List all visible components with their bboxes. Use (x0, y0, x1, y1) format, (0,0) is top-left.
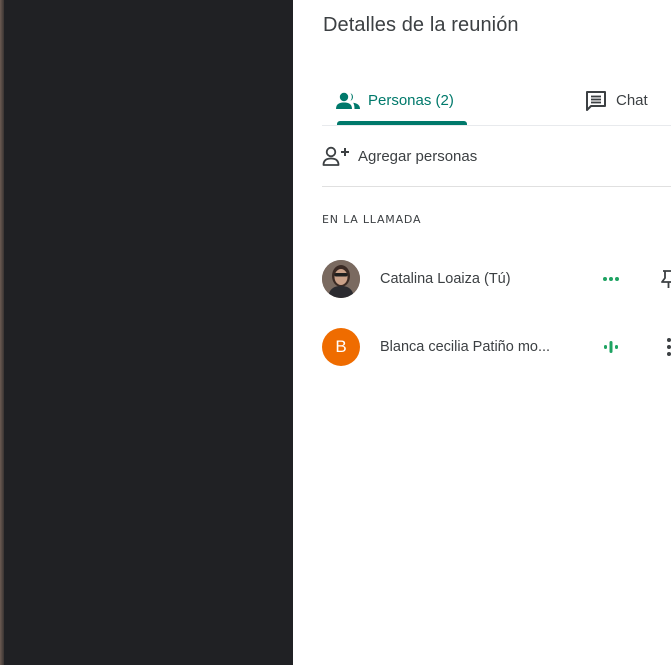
video-area (0, 0, 293, 665)
tabs-divider (322, 125, 671, 126)
tab-people-label: Personas (2) (368, 92, 454, 109)
people-icon (334, 89, 362, 113)
pin-icon[interactable] (657, 267, 671, 291)
avatar (322, 260, 360, 298)
tab-chat-label: Chat (616, 92, 648, 109)
more-vert-icon[interactable] (657, 335, 671, 359)
participant-row[interactable]: Catalina Loaiza (Tú) (322, 259, 671, 299)
in-call-section-label: EN LA LLAMADA (322, 213, 422, 226)
avatar: B (322, 328, 360, 366)
tab-bar: Personas (2) Chat (322, 76, 671, 126)
participant-name: Catalina Loaiza (Tú) (380, 271, 511, 287)
add-people-button[interactable]: Agregar personas (322, 143, 477, 169)
speaking-bars-icon (601, 337, 621, 357)
add-people-label: Agregar personas (358, 147, 478, 165)
video-edge (0, 0, 4, 665)
chat-icon (582, 89, 610, 113)
tab-chat[interactable]: Chat (582, 76, 671, 125)
panel-title: Detalles de la reunión (323, 14, 519, 36)
section-divider (322, 186, 671, 187)
meeting-details-panel: Detalles de la reunión Personas (2) Chat… (293, 0, 671, 665)
add-person-icon (322, 145, 352, 167)
participant-name: Blanca cecilia Patiño mo... (380, 339, 551, 355)
participant-row[interactable]: B Blanca cecilia Patiño mo... (322, 327, 671, 367)
tab-people[interactable]: Personas (2) (322, 76, 467, 125)
speaking-dots-icon (601, 269, 621, 289)
